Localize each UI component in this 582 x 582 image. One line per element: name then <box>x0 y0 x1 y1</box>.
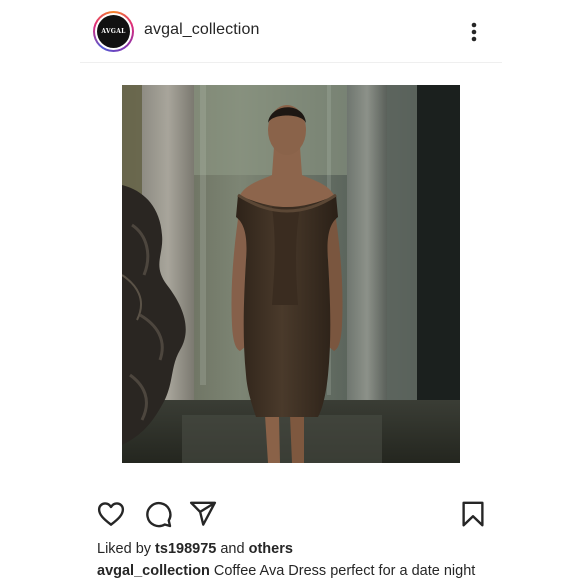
post-header: AVGAL avgal_collection <box>80 0 502 63</box>
liked-by-user[interactable]: ts198975 <box>155 541 216 557</box>
post-username[interactable]: avgal_collection <box>144 21 259 39</box>
post-caption: avgal_collection Coffee Ava Dress perfec… <box>97 563 475 579</box>
save-button[interactable] <box>458 499 488 529</box>
share-button[interactable] <box>188 499 218 529</box>
likes-conjunction: and <box>220 541 245 557</box>
avatar: AVGAL <box>97 15 130 48</box>
paper-plane-icon <box>189 501 217 526</box>
likes-summary[interactable]: Liked by ts198975 and others <box>97 541 293 557</box>
post-photo[interactable] <box>122 85 460 463</box>
photo-illustration <box>122 85 460 463</box>
heart-icon <box>97 502 125 526</box>
bookmark-icon <box>462 501 484 527</box>
caption-username[interactable]: avgal_collection <box>97 563 210 579</box>
avatar-border: AVGAL <box>95 13 132 50</box>
comment-button[interactable] <box>143 499 173 529</box>
instagram-post: AVGAL avgal_collection Liked by ts198975… <box>0 0 582 582</box>
more-options-icon[interactable] <box>468 20 480 44</box>
like-button[interactable] <box>96 499 126 529</box>
avatar-story-ring[interactable]: AVGAL <box>93 11 134 52</box>
comment-icon <box>146 501 172 528</box>
caption-text: Coffee Ava Dress perfect for a date nigh… <box>213 563 476 579</box>
likes-prefix: Liked by <box>97 541 152 557</box>
liked-by-others[interactable]: others <box>249 541 293 557</box>
